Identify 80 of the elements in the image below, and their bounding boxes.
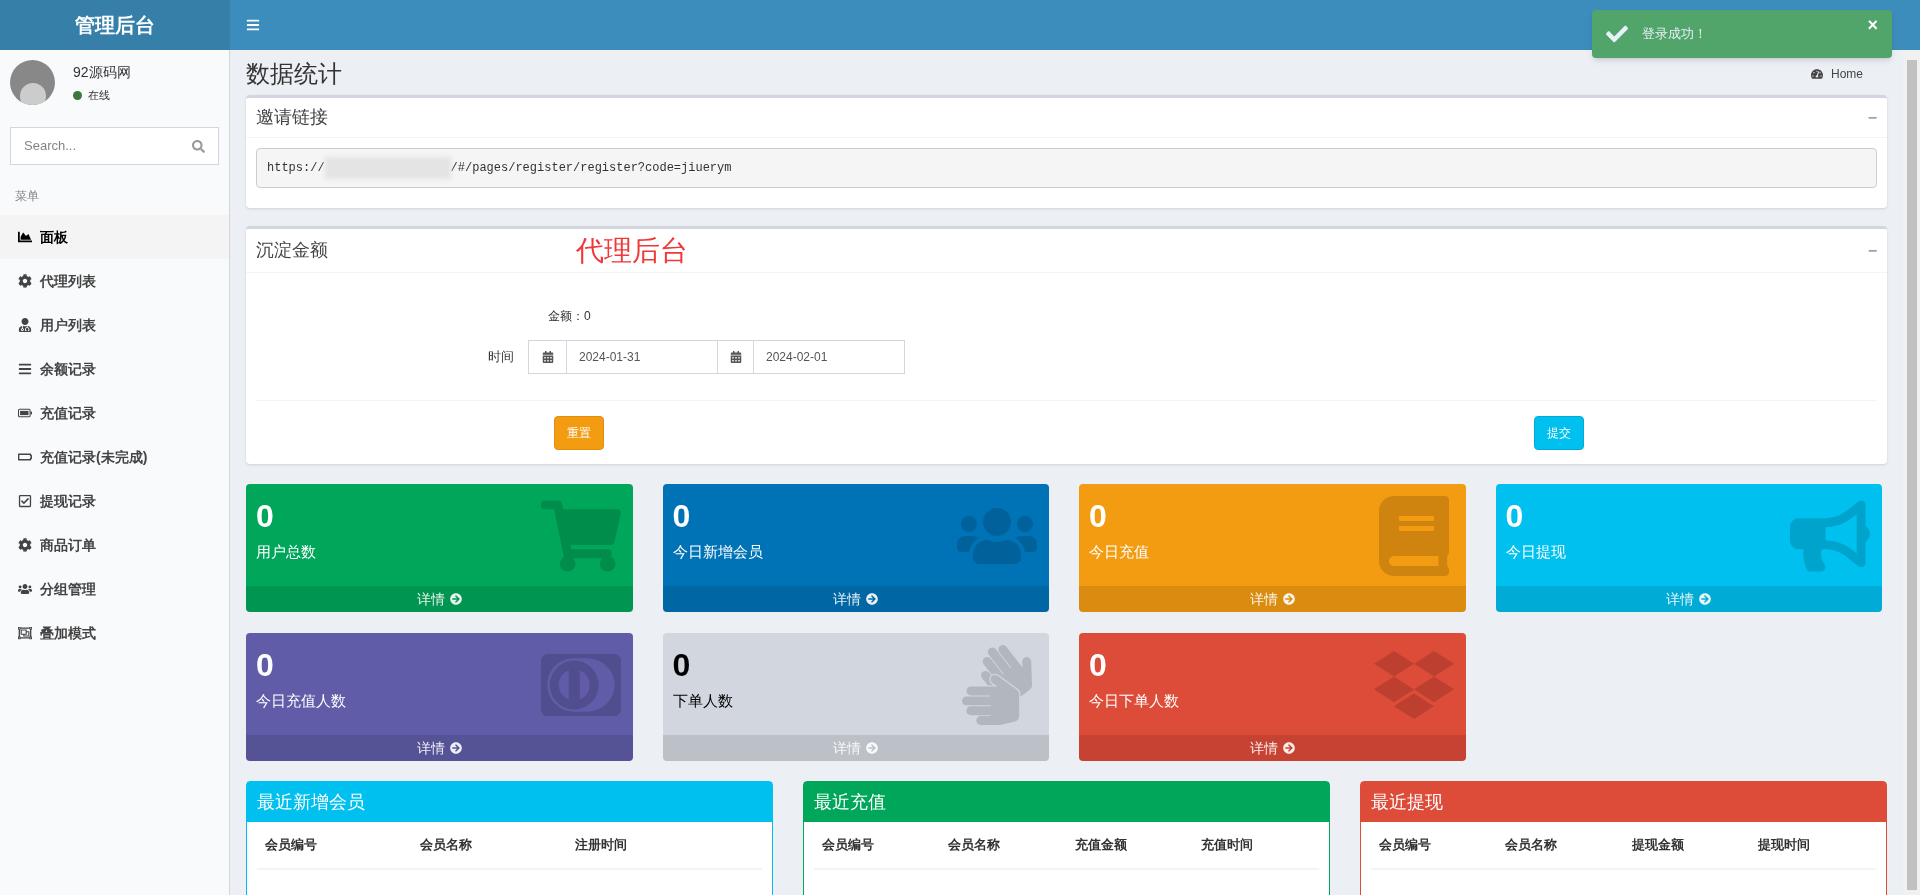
column-header: 充值金额 [1073, 836, 1128, 855]
stat-label: 今日新增会员 [672, 542, 763, 562]
menu-item[interactable]: 充值记录(未完成) [0, 435, 229, 479]
menu-item[interactable]: 分组管理 [0, 567, 229, 611]
column-header: 会员编号 [264, 836, 318, 855]
date-field[interactable]: 2024-02-01 [718, 340, 905, 374]
details-link[interactable]: 详情 [662, 586, 1049, 612]
menu-item[interactable]: 代理列表 [0, 259, 229, 303]
menu-item[interactable]: 用户列表 [0, 303, 229, 347]
invite-link-field[interactable]: https:// /#/pages/register/register?code=jiuerym [256, 148, 1877, 188]
calendar-icon [729, 351, 742, 363]
panel-title: 最近新增会员 [257, 790, 365, 814]
column-header: 会员名称 [419, 836, 473, 855]
page-title: 数据统计 [246, 59, 342, 89]
brand-logo[interactable]: 管理后台 [0, 0, 230, 50]
stat-value: 0 [256, 646, 274, 685]
panel-title: 沉淀金额 [256, 239, 329, 262]
panel-title: 最近提现 [1371, 790, 1443, 814]
stat-value: 0 [1089, 646, 1107, 685]
scrollbar[interactable] [1903, 50, 1920, 895]
menu-item[interactable]: 充值记录 [0, 391, 229, 435]
stat-value: 0 [1505, 497, 1524, 536]
amount-text: 金额：0 [548, 308, 591, 325]
column-header: 会员编号 [1378, 836, 1432, 855]
users-icon [18, 582, 32, 596]
column-header: 会员名称 [1504, 836, 1559, 855]
menu-header: 菜单 [14, 188, 40, 205]
date-input[interactable]: 2024-02-01 [754, 341, 904, 373]
link-text: /#/pages/register/register?code=jiuerym [450, 160, 732, 177]
column-header: 提现时间 [1756, 836, 1811, 855]
dashboard-icon [1811, 68, 1823, 80]
checkbox-icon [18, 494, 32, 508]
stat-label: 今日充值 [1089, 542, 1149, 562]
gear-icon [18, 274, 32, 288]
stat-value: 0 [1089, 497, 1107, 536]
stat-value: 0 [672, 646, 691, 685]
list-icon [18, 362, 32, 376]
battery-full-icon [18, 406, 32, 420]
menu-item[interactable]: 提现记录 [0, 479, 229, 523]
time-label: 时间 [487, 348, 515, 367]
check-icon [1606, 23, 1628, 45]
stat-label: 今日充值人数 [256, 691, 346, 711]
details-link[interactable]: 详情 [1079, 735, 1466, 761]
status-text: 在线 [88, 87, 110, 103]
menu-item[interactable]: 余额记录 [0, 347, 229, 391]
search-field[interactable]: Search... [10, 127, 219, 165]
details-link[interactable]: 详情 [246, 735, 633, 761]
menu-item[interactable]: 商品订单 [0, 523, 229, 567]
user-icon [18, 318, 32, 332]
menu-item[interactable]: 叠加模式 [0, 611, 229, 655]
stat-label: 今日下单人数 [1089, 691, 1179, 711]
column-header: 注册时间 [574, 836, 628, 855]
menu-icon[interactable] [246, 18, 260, 32]
search-icon[interactable] [192, 139, 205, 153]
date-field[interactable]: 2024-01-31 [528, 340, 718, 374]
column-header: 提现金额 [1630, 836, 1685, 855]
stat-label: 下单人数 [672, 691, 733, 711]
avatar [10, 60, 55, 105]
panel-title: 邀请链接 [256, 106, 328, 129]
date-input[interactable]: 2024-01-31 [567, 341, 717, 373]
column-header: 会员编号 [821, 836, 875, 855]
breadcrumb-link[interactable]: Home [1811, 65, 1863, 83]
area-chart-icon [18, 230, 32, 244]
gear-icon [18, 538, 32, 552]
link-text: https:// [267, 160, 325, 177]
toast-message: 登录成功！ [1642, 25, 1708, 44]
object-group-icon [18, 626, 32, 640]
calendar-icon [541, 351, 554, 363]
column-header: 充值时间 [1199, 836, 1254, 855]
details-link[interactable]: 详情 [246, 586, 633, 612]
search-input[interactable]: Search... [24, 136, 192, 156]
user-name: 92源码网 [73, 62, 131, 82]
panel-title: 最近充值 [814, 790, 886, 814]
stat-label: 用户总数 [256, 542, 316, 562]
stat-value: 0 [256, 497, 274, 536]
menu-item[interactable]: 面板 [0, 215, 229, 259]
stat-value: 0 [672, 497, 691, 536]
annotation-text: 代理后台 [576, 233, 689, 268]
stat-label: 今日提现 [1505, 542, 1566, 562]
column-header: 会员名称 [947, 836, 1002, 855]
